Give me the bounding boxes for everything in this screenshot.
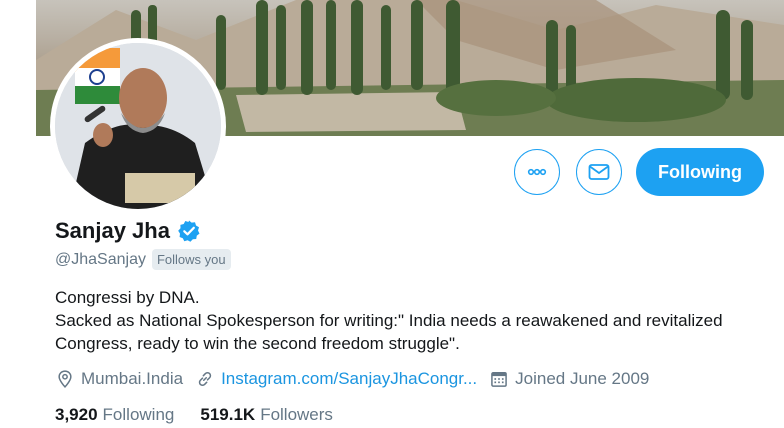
location-item: Mumbai.India	[55, 369, 183, 389]
bio-line-2: Sacked as National Spokesperson for writ…	[55, 311, 723, 353]
profile-name: Sanjay Jha	[55, 218, 170, 243]
profile-name-row: Sanjay Jha	[55, 218, 201, 244]
website-item[interactable]: Instagram.com/SanjayJhaCongr...	[195, 369, 477, 389]
profile-stats-row: 3,920 Following 519.1K Followers	[55, 405, 359, 425]
profile-handle-row: @JhaSanjay Follows you	[55, 249, 231, 270]
following-button[interactable]: Following	[636, 148, 764, 196]
followers-count: 519.1K	[200, 405, 256, 424]
bio-line-1: Congressi by DNA.	[55, 288, 200, 307]
joined-item: Joined June 2009	[489, 369, 649, 389]
profile-avatar[interactable]	[50, 38, 226, 214]
message-button[interactable]	[576, 149, 622, 195]
link-icon	[198, 371, 212, 387]
profile-meta-row: Mumbai.India Instagram.com/SanjayJhaCong…	[55, 369, 661, 389]
website-link[interactable]: Instagram.com/SanjayJhaCongr...	[221, 369, 477, 389]
profile-bio: Congressi by DNA. Sacked as National Spo…	[55, 286, 735, 355]
envelope-icon	[588, 164, 610, 180]
following-count: 3,920	[55, 405, 98, 424]
follows-you-badge: Follows you	[151, 249, 231, 270]
followers-stat-link[interactable]: 519.1K Followers	[200, 405, 333, 425]
joined-text: Joined June 2009	[515, 369, 650, 388]
followers-stat-label: Followers	[260, 405, 333, 424]
following-button-label: Following	[658, 161, 742, 182]
more-horizontal-icon	[527, 168, 547, 176]
calendar-icon	[491, 372, 507, 387]
left-gutter	[0, 0, 36, 428]
following-stat-link[interactable]: 3,920 Following	[55, 405, 174, 425]
location-pin-icon	[58, 370, 72, 389]
more-options-button[interactable]	[514, 149, 560, 195]
profile-handle: @JhaSanjay	[55, 250, 146, 268]
location-text: Mumbai.India	[81, 369, 184, 388]
verified-badge-icon	[178, 220, 200, 242]
avatar-photo	[55, 43, 221, 209]
following-stat-label: Following	[102, 405, 175, 424]
